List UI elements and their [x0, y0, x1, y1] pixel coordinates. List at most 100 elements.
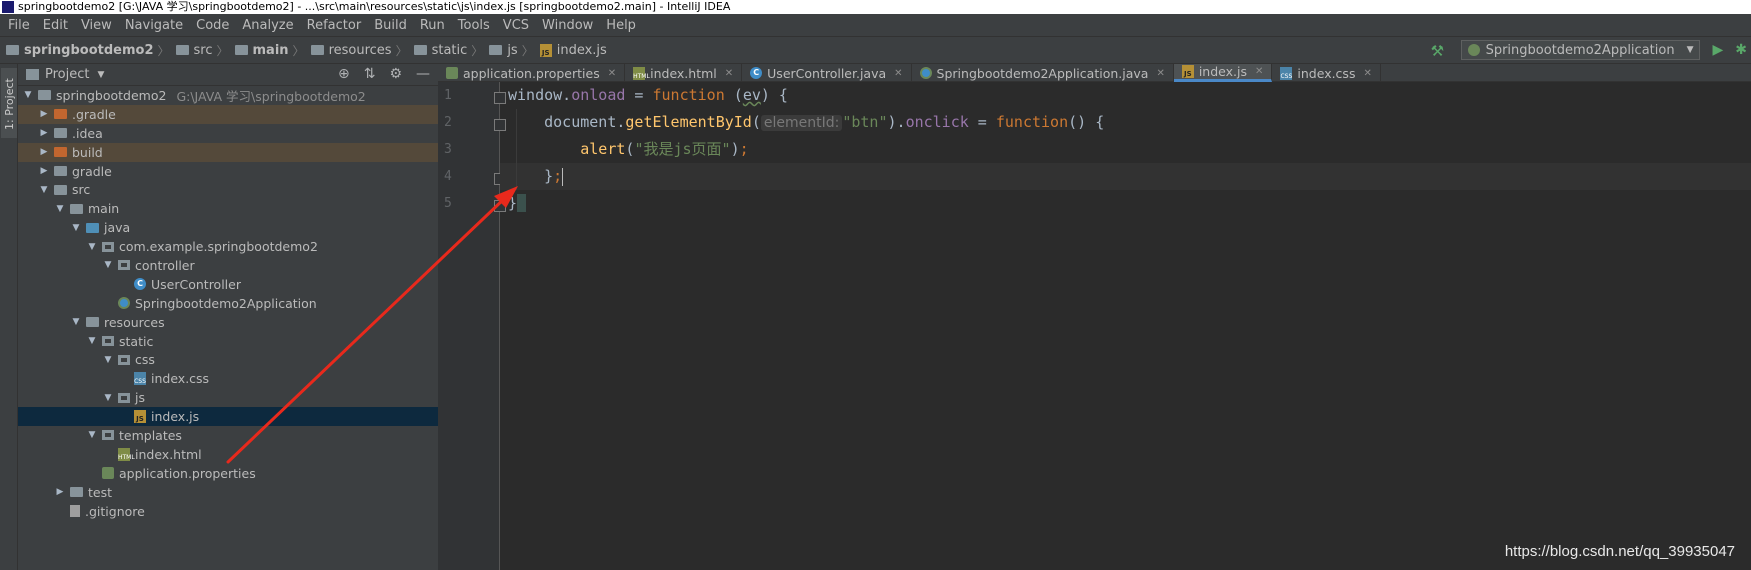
expand-arrow-icon[interactable]: ▼ [70, 223, 82, 233]
fold-marker-icon[interactable] [494, 200, 506, 212]
breadcrumb-project[interactable]: springbootdemo2 〉 [6, 42, 176, 59]
tree-item-templates[interactable]: ▼ templates [18, 426, 438, 445]
menu-refactor[interactable]: Refactor [301, 18, 369, 33]
menu-window[interactable]: Window [536, 18, 600, 33]
breadcrumb-resources[interactable]: resources 〉 [310, 42, 414, 59]
breadcrumb-src[interactable]: src 〉 [175, 42, 235, 59]
expand-arrow-icon[interactable]: ▶ [38, 109, 50, 119]
close-icon[interactable]: ✕ [725, 68, 733, 79]
expand-arrow-icon[interactable]: ▼ [86, 336, 98, 346]
collapse-all-icon[interactable]: ⇅ [364, 66, 376, 82]
fold-marker-icon[interactable] [494, 92, 506, 104]
menu-analyze[interactable]: Analyze [236, 18, 300, 33]
fold-marker-icon[interactable] [494, 119, 506, 131]
run-configuration-select[interactable]: Springbootdemo2Application ▼ [1460, 40, 1701, 60]
editor-tabs: application.properties ✕ HTML index.html ✕ … [438, 64, 1751, 82]
tree-item-usercontroller[interactable]: C UserController [18, 275, 438, 294]
line-number: 3 [444, 142, 452, 157]
expand-arrow-icon[interactable]: ▼ [86, 242, 98, 252]
hide-panel-icon[interactable]: — [416, 66, 430, 82]
menu-edit[interactable]: Edit [37, 18, 75, 33]
tree-item-static[interactable]: ▼ static [18, 332, 438, 351]
tree-item-index-css[interactable]: CSS index.css [18, 369, 438, 388]
tab-application-class[interactable]: Springbootdemo2Application.java ✕ [912, 64, 1174, 82]
expand-arrow-icon[interactable]: ▼ [102, 260, 114, 270]
expand-arrow-icon[interactable]: ▼ [102, 355, 114, 365]
menu-run[interactable]: Run [414, 18, 452, 33]
run-icon[interactable]: ▶ [1712, 42, 1723, 58]
code-editor[interactable]: window.onload = function (ev) { document… [500, 82, 1751, 570]
menu-file[interactable]: File [2, 18, 37, 33]
tree-item-gradle-dir[interactable]: ▶ .gradle [18, 104, 438, 124]
folder-icon [413, 45, 427, 55]
tab-application-properties[interactable]: application.properties ✕ [438, 64, 626, 82]
tree-item-css[interactable]: ▼ css [18, 350, 438, 369]
menu-build[interactable]: Build [368, 18, 414, 33]
menu-tools[interactable]: Tools [452, 18, 497, 33]
tree-item-index-js[interactable]: JS index.js [18, 407, 438, 427]
breadcrumb-static[interactable]: static 〉 [413, 42, 490, 59]
tree-item-application-properties[interactable]: application.properties [18, 464, 438, 483]
menu-code[interactable]: Code [190, 18, 236, 33]
folder-icon [6, 45, 19, 55]
tab-index-html[interactable]: HTML index.html ✕ [625, 64, 743, 82]
close-icon[interactable]: ✕ [608, 68, 616, 79]
tree-item-java[interactable]: ▼ java [18, 218, 438, 237]
chevron-down-icon: ▼ [1686, 45, 1694, 55]
tree-item-controller[interactable]: ▼ controller [18, 256, 438, 275]
tree-item-application-class[interactable]: Springbootdemo2Application [18, 294, 438, 313]
project-view-select[interactable]: Project [45, 67, 89, 82]
chevron-down-icon[interactable]: ▼ [97, 70, 104, 80]
tree-item-gradle[interactable]: ▶ gradle [18, 162, 438, 181]
expand-arrow-icon[interactable]: ▼ [86, 430, 98, 440]
gear-icon[interactable]: ⚙ [389, 66, 402, 82]
spring-boot-class-icon [919, 67, 932, 79]
locate-target-icon[interactable]: ⊕ [338, 66, 350, 82]
tab-index-css[interactable]: CSS index.css ✕ [1272, 64, 1381, 82]
tree-item-index-html[interactable]: HTML index.html [18, 445, 438, 464]
menu-view[interactable]: View [75, 18, 119, 33]
close-icon[interactable]: ✕ [1156, 68, 1164, 79]
menu-vcs[interactable]: VCS [497, 18, 536, 33]
menu-bar: File Edit View Navigate Code Analyze Ref… [0, 14, 1751, 36]
folder-icon [54, 109, 67, 120]
tree-item-resources[interactable]: ▼ resources [18, 313, 438, 332]
project-panel: Project ▼ ⊕ ⇅ ⚙ — ▼ springbootdemo2 G:\JAV… [18, 64, 438, 570]
project-tool-window-tab[interactable]: 1: Project [1, 68, 17, 138]
tree-item-build[interactable]: ▶ build [18, 142, 438, 162]
close-icon[interactable]: ✕ [1363, 68, 1371, 79]
code-line-1: window.onload = function (ev) { [508, 86, 788, 104]
expand-arrow-icon[interactable]: ▼ [38, 185, 50, 195]
tree-item-gitignore[interactable]: .gitignore [18, 502, 438, 521]
close-icon[interactable]: ✕ [1255, 66, 1263, 77]
expand-arrow-icon[interactable]: ▶ [54, 487, 66, 497]
build-hammer-icon[interactable]: ⚒ [1431, 42, 1447, 60]
js-file-icon: JS [1181, 65, 1194, 78]
tree-item-root[interactable]: ▼ springbootdemo2 G:\JAVA 学习\springbootdem… [18, 86, 438, 105]
tab-index-js[interactable]: JS index.js ✕ [1173, 64, 1273, 82]
expand-arrow-icon[interactable]: ▼ [70, 317, 82, 327]
navigation-bar: springbootdemo2 〉 src 〉 main 〉 resources 〉 s… [0, 36, 1751, 64]
folder-icon [70, 487, 83, 498]
expand-arrow-icon[interactable]: ▼ [54, 204, 66, 214]
tree-item-test[interactable]: ▶ test [18, 483, 438, 502]
breadcrumb-index-js[interactable]: JS index.js [539, 43, 607, 58]
breadcrumb-js[interactable]: js 〉 [489, 42, 539, 59]
debug-bug-icon[interactable]: ✱ [1735, 42, 1747, 58]
tree-item-main[interactable]: ▼ main [18, 199, 438, 218]
expand-arrow-icon[interactable]: ▼ [102, 393, 114, 403]
expand-arrow-icon[interactable]: ▶ [38, 147, 50, 157]
expand-arrow-icon[interactable]: ▼ [22, 90, 34, 100]
breadcrumb-main[interactable]: main 〉 [234, 42, 311, 59]
tree-item-src[interactable]: ▼ src [18, 180, 438, 199]
tree-item-package[interactable]: ▼ com.example.springbootdemo2 [18, 237, 438, 256]
menu-navigate[interactable]: Navigate [119, 18, 190, 33]
tree-item-idea[interactable]: ▶ .idea [18, 124, 438, 143]
expand-arrow-icon[interactable]: ▶ [38, 166, 50, 176]
tree-item-js[interactable]: ▼ js [18, 388, 438, 407]
tab-usercontroller[interactable]: C UserController.java ✕ [742, 64, 912, 82]
menu-help[interactable]: Help [600, 18, 643, 33]
folder-icon [175, 45, 189, 55]
close-icon[interactable]: ✕ [894, 68, 902, 79]
expand-arrow-icon[interactable]: ▶ [38, 128, 50, 138]
